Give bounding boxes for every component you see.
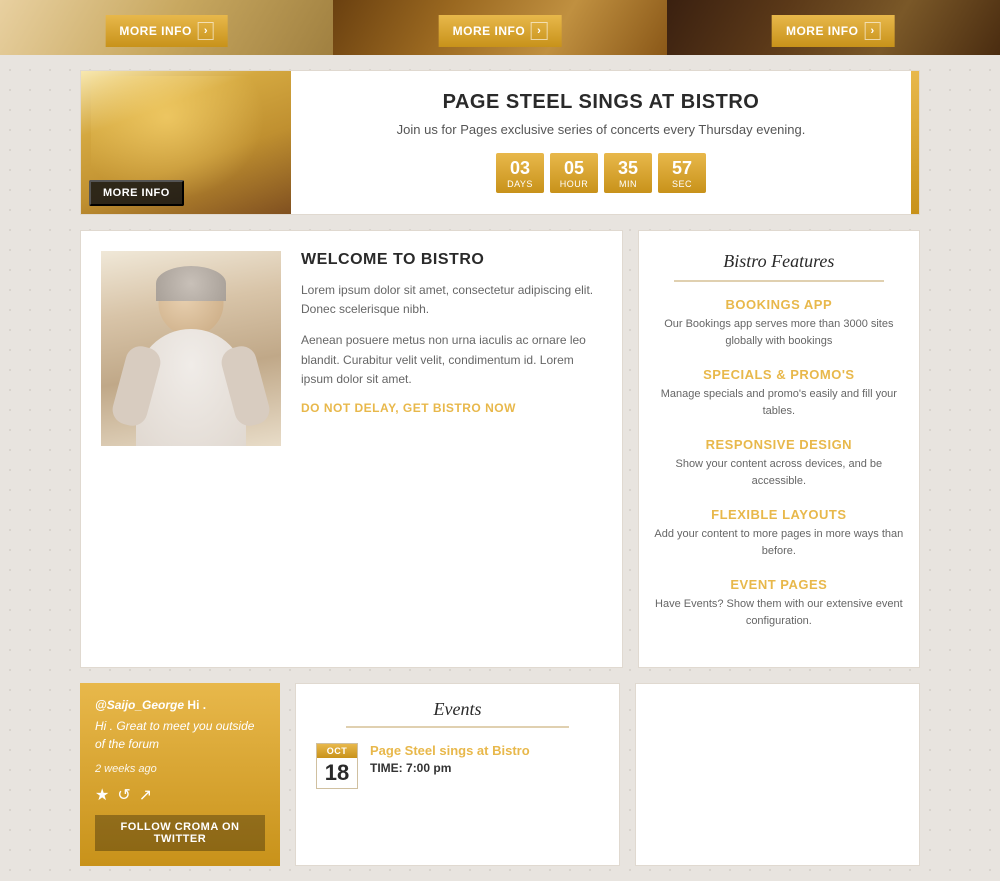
banner-2-more-info-button[interactable]: MORE INFO › (439, 15, 562, 47)
event-banner-title: PAGE STEEL SINGS AT BISTRO (321, 91, 881, 114)
twitter-message: Hi . Great to meet you outside of the fo… (95, 717, 265, 753)
arrow-icon: › (531, 22, 547, 40)
twitter-share-icon[interactable]: ↗ (139, 785, 152, 805)
arrow-icon: › (198, 22, 214, 40)
twitter-user: @Saijo_George Hi . (95, 698, 265, 712)
twitter-retweet-icon[interactable]: ↺ (117, 785, 130, 805)
welcome-title: WELCOME TO BISTRO (301, 251, 602, 269)
event-info-title: Page Steel sings at Bistro (370, 743, 530, 758)
feature-specials-desc: Manage specials and promo's easily and f… (654, 386, 904, 419)
twitter-handle: @Saijo_George (95, 698, 184, 712)
twitter-hi-text: Hi . (187, 698, 206, 712)
twitter-widget: @Saijo_George Hi . Hi . Great to meet yo… (80, 683, 280, 866)
welcome-cta-link[interactable]: DO NOT DELAY, GET BISTRO NOW (301, 401, 602, 415)
countdown-minutes: 35 MIN (604, 153, 652, 193)
top-banners-section: MORE INFO › MORE INFO › MORE INFO › (0, 0, 1000, 55)
feature-layouts-desc: Add your content to more pages in more w… (654, 526, 904, 559)
feature-events-name: EVENT PAGES (654, 577, 904, 592)
event-banner-subtitle: Join us for Pages exclusive series of co… (321, 122, 881, 137)
twitter-action-buttons: ★ ↺ ↗ (95, 785, 265, 805)
event-time-value: 7:00 pm (406, 761, 451, 775)
feature-bookings: BOOKINGS APP Our Bookings app serves mor… (654, 297, 904, 349)
banner-3: MORE INFO › (667, 0, 1000, 55)
events-divider (346, 726, 569, 728)
banner-1-more-info-button[interactable]: MORE INFO › (105, 15, 228, 47)
main-content-area: WELCOME TO BISTRO Lorem ipsum dolor sit … (80, 230, 920, 668)
feature-responsive: RESPONSIVE DESIGN Show your content acro… (654, 437, 904, 489)
feature-bookings-desc: Our Bookings app serves more than 3000 s… (654, 316, 904, 349)
features-section: Bistro Features BOOKINGS APP Our Booking… (638, 230, 920, 668)
features-divider (674, 280, 884, 282)
feature-specials-name: SPECIALS & PROMO'S (654, 367, 904, 382)
event-banner: MORE INFO PAGE STEEL SINGS AT BISTRO Joi… (80, 70, 920, 215)
event-day: 18 (317, 758, 357, 788)
event-banner-accent-bar (911, 71, 919, 214)
feature-layouts-name: FLEXIBLE LAYOUTS (654, 507, 904, 522)
features-title: Bistro Features (654, 251, 904, 272)
twitter-follow-button[interactable]: FOLLOW CROMA ON TWITTER (95, 815, 265, 851)
feature-responsive-name: RESPONSIVE DESIGN (654, 437, 904, 452)
feature-bookings-name: BOOKINGS APP (654, 297, 904, 312)
feature-specials: SPECIALS & PROMO'S Manage specials and p… (654, 367, 904, 419)
arrow-icon: › (864, 22, 880, 40)
countdown-hours: 05 HOUR (550, 153, 598, 193)
welcome-text-content: WELCOME TO BISTRO Lorem ipsum dolor sit … (301, 251, 602, 415)
countdown-days: 03 DAYS (496, 153, 544, 193)
banner-2: MORE INFO › (333, 0, 666, 55)
right-placeholder (635, 683, 920, 866)
event-banner-content: PAGE STEEL SINGS AT BISTRO Join us for P… (291, 71, 911, 214)
countdown-timer: 03 DAYS 05 HOUR 35 MIN 57 SEC (321, 153, 881, 193)
twitter-timestamp: 2 weeks ago (95, 763, 265, 775)
feature-layouts: FLEXIBLE LAYOUTS Add your content to mor… (654, 507, 904, 559)
event-info: Page Steel sings at Bistro TIME: 7:00 pm (370, 743, 530, 775)
feature-events-desc: Have Events? Show them with our extensiv… (654, 596, 904, 629)
event-month: OCT (317, 744, 357, 758)
events-title: Events (316, 699, 599, 720)
event-banner-image: MORE INFO (81, 71, 291, 214)
event-banner-more-info-button[interactable]: MORE INFO (89, 180, 184, 206)
banner-1: MORE INFO › (0, 0, 333, 55)
twitter-star-icon[interactable]: ★ (95, 785, 109, 805)
feature-responsive-desc: Show your content across devices, and be… (654, 456, 904, 489)
feature-events: EVENT PAGES Have Events? Show them with … (654, 577, 904, 629)
banner-3-more-info-button[interactable]: MORE INFO › (772, 15, 895, 47)
event-info-time: TIME: 7:00 pm (370, 761, 530, 775)
welcome-section: WELCOME TO BISTRO Lorem ipsum dolor sit … (80, 230, 623, 668)
welcome-paragraph-1: Lorem ipsum dolor sit amet, consectetur … (301, 281, 602, 319)
welcome-paragraph-2: Aenean posuere metus non urna iaculis ac… (301, 331, 602, 389)
event-time-label: TIME: (370, 761, 403, 775)
countdown-seconds: 57 SEC (658, 153, 706, 193)
bottom-row: @Saijo_George Hi . Hi . Great to meet yo… (80, 683, 920, 866)
events-widget: Events OCT 18 Page Steel sings at Bistro… (295, 683, 620, 866)
welcome-image (101, 251, 281, 446)
